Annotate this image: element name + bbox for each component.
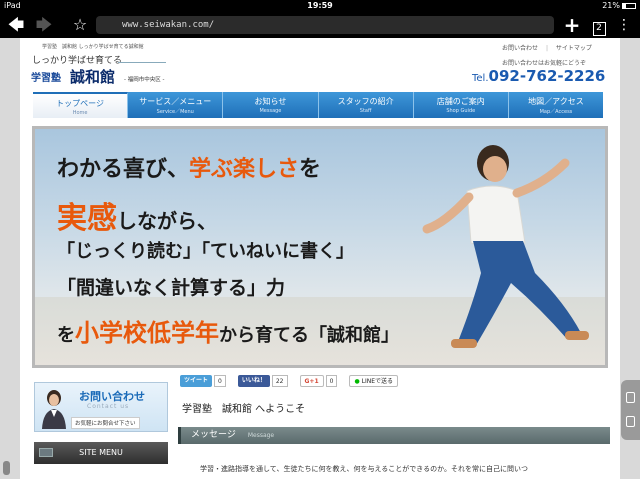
- nav-staff[interactable]: スタッフの紹介 Staff: [319, 92, 414, 118]
- phone-number[interactable]: Tel.092-762-2226: [472, 67, 605, 85]
- logo-prefix[interactable]: 学習塾: [31, 69, 61, 84]
- forward-icon[interactable]: 🡆: [33, 15, 55, 35]
- nav-message[interactable]: お知らせ Message: [223, 92, 319, 118]
- bookmarks-icon[interactable]: ☆: [70, 15, 90, 35]
- welcome-heading: 学習塾 誠和館 へようこそ: [182, 404, 306, 415]
- gplus-count: 0: [325, 375, 338, 387]
- header-small-text: 学習塾 誠和館 しっかり学ばせ育てる誠和館: [42, 44, 144, 50]
- contact-note: お問い合わせはお気軽にどうぞ: [502, 60, 587, 67]
- tel-number: 092-762-2226: [488, 67, 606, 85]
- tweet-count: 0: [214, 375, 226, 387]
- social-buttons: ツイート 0 いいね！ 22 G+1 0 ● LINEで送る: [180, 374, 400, 388]
- line-label: LINEで送る: [361, 378, 394, 385]
- nav-label: 地図／アクセス: [528, 97, 584, 106]
- address-bar[interactable]: www.seiwakan.com/: [96, 16, 554, 34]
- hero-line-2: 実感しながら、: [57, 193, 217, 237]
- hero-highlight: 学ぶ楽しさ: [189, 157, 300, 182]
- nav-sublabel: Home: [72, 110, 88, 116]
- monitor-icon: [39, 448, 53, 457]
- site-header: 学習塾 誠和館 しっかり学ばせ育てる誠和館 しっかり学ばせ育てる 学習塾 誠和館…: [20, 38, 620, 90]
- hero-highlight: 小学校低学年: [75, 319, 219, 347]
- left-edge-handle[interactable]: [3, 461, 10, 475]
- link-separator: |: [545, 45, 548, 52]
- back-icon[interactable]: 🡄: [5, 15, 27, 35]
- message-text: 学習・進路指導を通して、生徒たちに何を教え、何を与えることができるのか。それを常…: [200, 465, 528, 473]
- hero-text: から育てる「誠和館」: [219, 325, 399, 346]
- nav-map[interactable]: 地図／アクセス Map／Access: [509, 92, 603, 118]
- webpage: 学習塾 誠和館 しっかり学ばせ育てる誠和館 しっかり学ばせ育てる 学習塾 誠和館…: [20, 38, 620, 479]
- header-tagline: しっかり学ばせ育てる: [32, 56, 123, 66]
- message-title: メッセージ: [191, 430, 236, 440]
- status-bar: iPad 19:59 21%: [0, 0, 640, 12]
- contact-sub: お気軽にお問合せ下さい: [71, 417, 140, 429]
- line-icon: ●: [354, 378, 360, 385]
- receptionist-image: [42, 390, 66, 429]
- copy-icon: [626, 392, 635, 403]
- battery-status: 21%: [602, 1, 636, 10]
- new-tab-icon[interactable]: +: [562, 15, 582, 35]
- header-links: お問い合わせ | サイトマップ: [502, 43, 598, 52]
- main-nav: トップページ Home サービス／メニュー Service／Menu お知らせ Mes…: [33, 92, 603, 118]
- menu-icon[interactable]: ⋮: [614, 15, 634, 35]
- hero-text: しながら、: [117, 209, 217, 233]
- site-menu-header: SITE MENU: [34, 442, 168, 464]
- contact-title: お問い合わせ: [79, 390, 145, 403]
- message-heading: メッセージ Message: [178, 427, 610, 444]
- nav-label: サービス／メニュー: [139, 97, 212, 106]
- hero-banner: わかる喜び、学ぶ楽しさを 実感しながら、 「じっくり読む」「ていねいに書く」 「…: [32, 126, 608, 368]
- copy-icon: [626, 416, 635, 427]
- line-share-button[interactable]: ● LINEで送る: [349, 375, 399, 387]
- site-menu-title: SITE MENU: [79, 448, 123, 457]
- nav-sublabel: Map／Access: [539, 109, 573, 115]
- contact-link[interactable]: お問い合わせ: [502, 45, 538, 52]
- nav-label: トップページ: [56, 99, 104, 108]
- nav-label: お知らせ: [254, 97, 287, 106]
- hero-text: わかる喜び、: [57, 157, 190, 182]
- hero-line-5: を小学校低学年から育てる「誠和館」: [57, 313, 399, 348]
- message-en: Message: [247, 432, 275, 439]
- contact-en: Contact us: [87, 403, 130, 410]
- hero-line-4: 「間違いなく計算する」力: [57, 277, 286, 299]
- nav-service[interactable]: サービス／メニュー Service／Menu: [128, 92, 224, 118]
- hero-text: を: [299, 157, 322, 182]
- nav-home[interactable]: トップページ Home: [33, 92, 129, 118]
- nav-label: スタッフの紹介: [337, 97, 394, 106]
- facebook-like-button[interactable]: いいね！: [237, 375, 270, 387]
- nav-label: 店舗のご案内: [436, 97, 485, 106]
- sitemap-link[interactable]: サイトマップ: [556, 45, 592, 52]
- nav-shop-guide[interactable]: 店舗のご案内 Shop Guide: [414, 92, 509, 118]
- nav-sublabel: Staff: [359, 108, 372, 114]
- nav-sublabel: Message: [259, 108, 282, 114]
- battery-percent: 21%: [602, 1, 620, 10]
- logo-swoosh: [118, 62, 166, 63]
- tab-count: 2: [592, 22, 606, 36]
- like-count: 22: [271, 375, 288, 387]
- nav-sublabel: Service／Menu: [156, 109, 194, 115]
- hero-line-1: わかる喜び、学ぶ楽しさを: [57, 151, 321, 183]
- tweet-button[interactable]: ツイート: [180, 375, 213, 387]
- battery-icon: [622, 2, 636, 9]
- nav-sublabel: Shop Guide: [446, 108, 476, 114]
- google-plus-button[interactable]: G+1: [299, 375, 324, 387]
- tel-prefix: Tel.: [472, 73, 489, 84]
- hero-line-3: 「じっくり読む」「ていねいに書く」: [57, 241, 354, 262]
- site-logo[interactable]: 誠和館: [70, 66, 115, 87]
- contact-banner[interactable]: お問い合わせ Contact us お気軽にお問合せ下さい: [34, 382, 168, 432]
- clock: 19:59: [307, 1, 333, 10]
- browser-toolbar: 🡄 🡆 ☆ www.seiwakan.com/ + 2 ⋮: [0, 12, 640, 38]
- area-label: - 福岡市中央区 -: [124, 77, 165, 83]
- hero-highlight: 実感: [57, 201, 117, 236]
- hero-text: を: [57, 325, 75, 346]
- running-child-image: [422, 145, 589, 348]
- side-panel-handle[interactable]: [621, 380, 640, 440]
- tabs-button[interactable]: 2: [591, 15, 607, 36]
